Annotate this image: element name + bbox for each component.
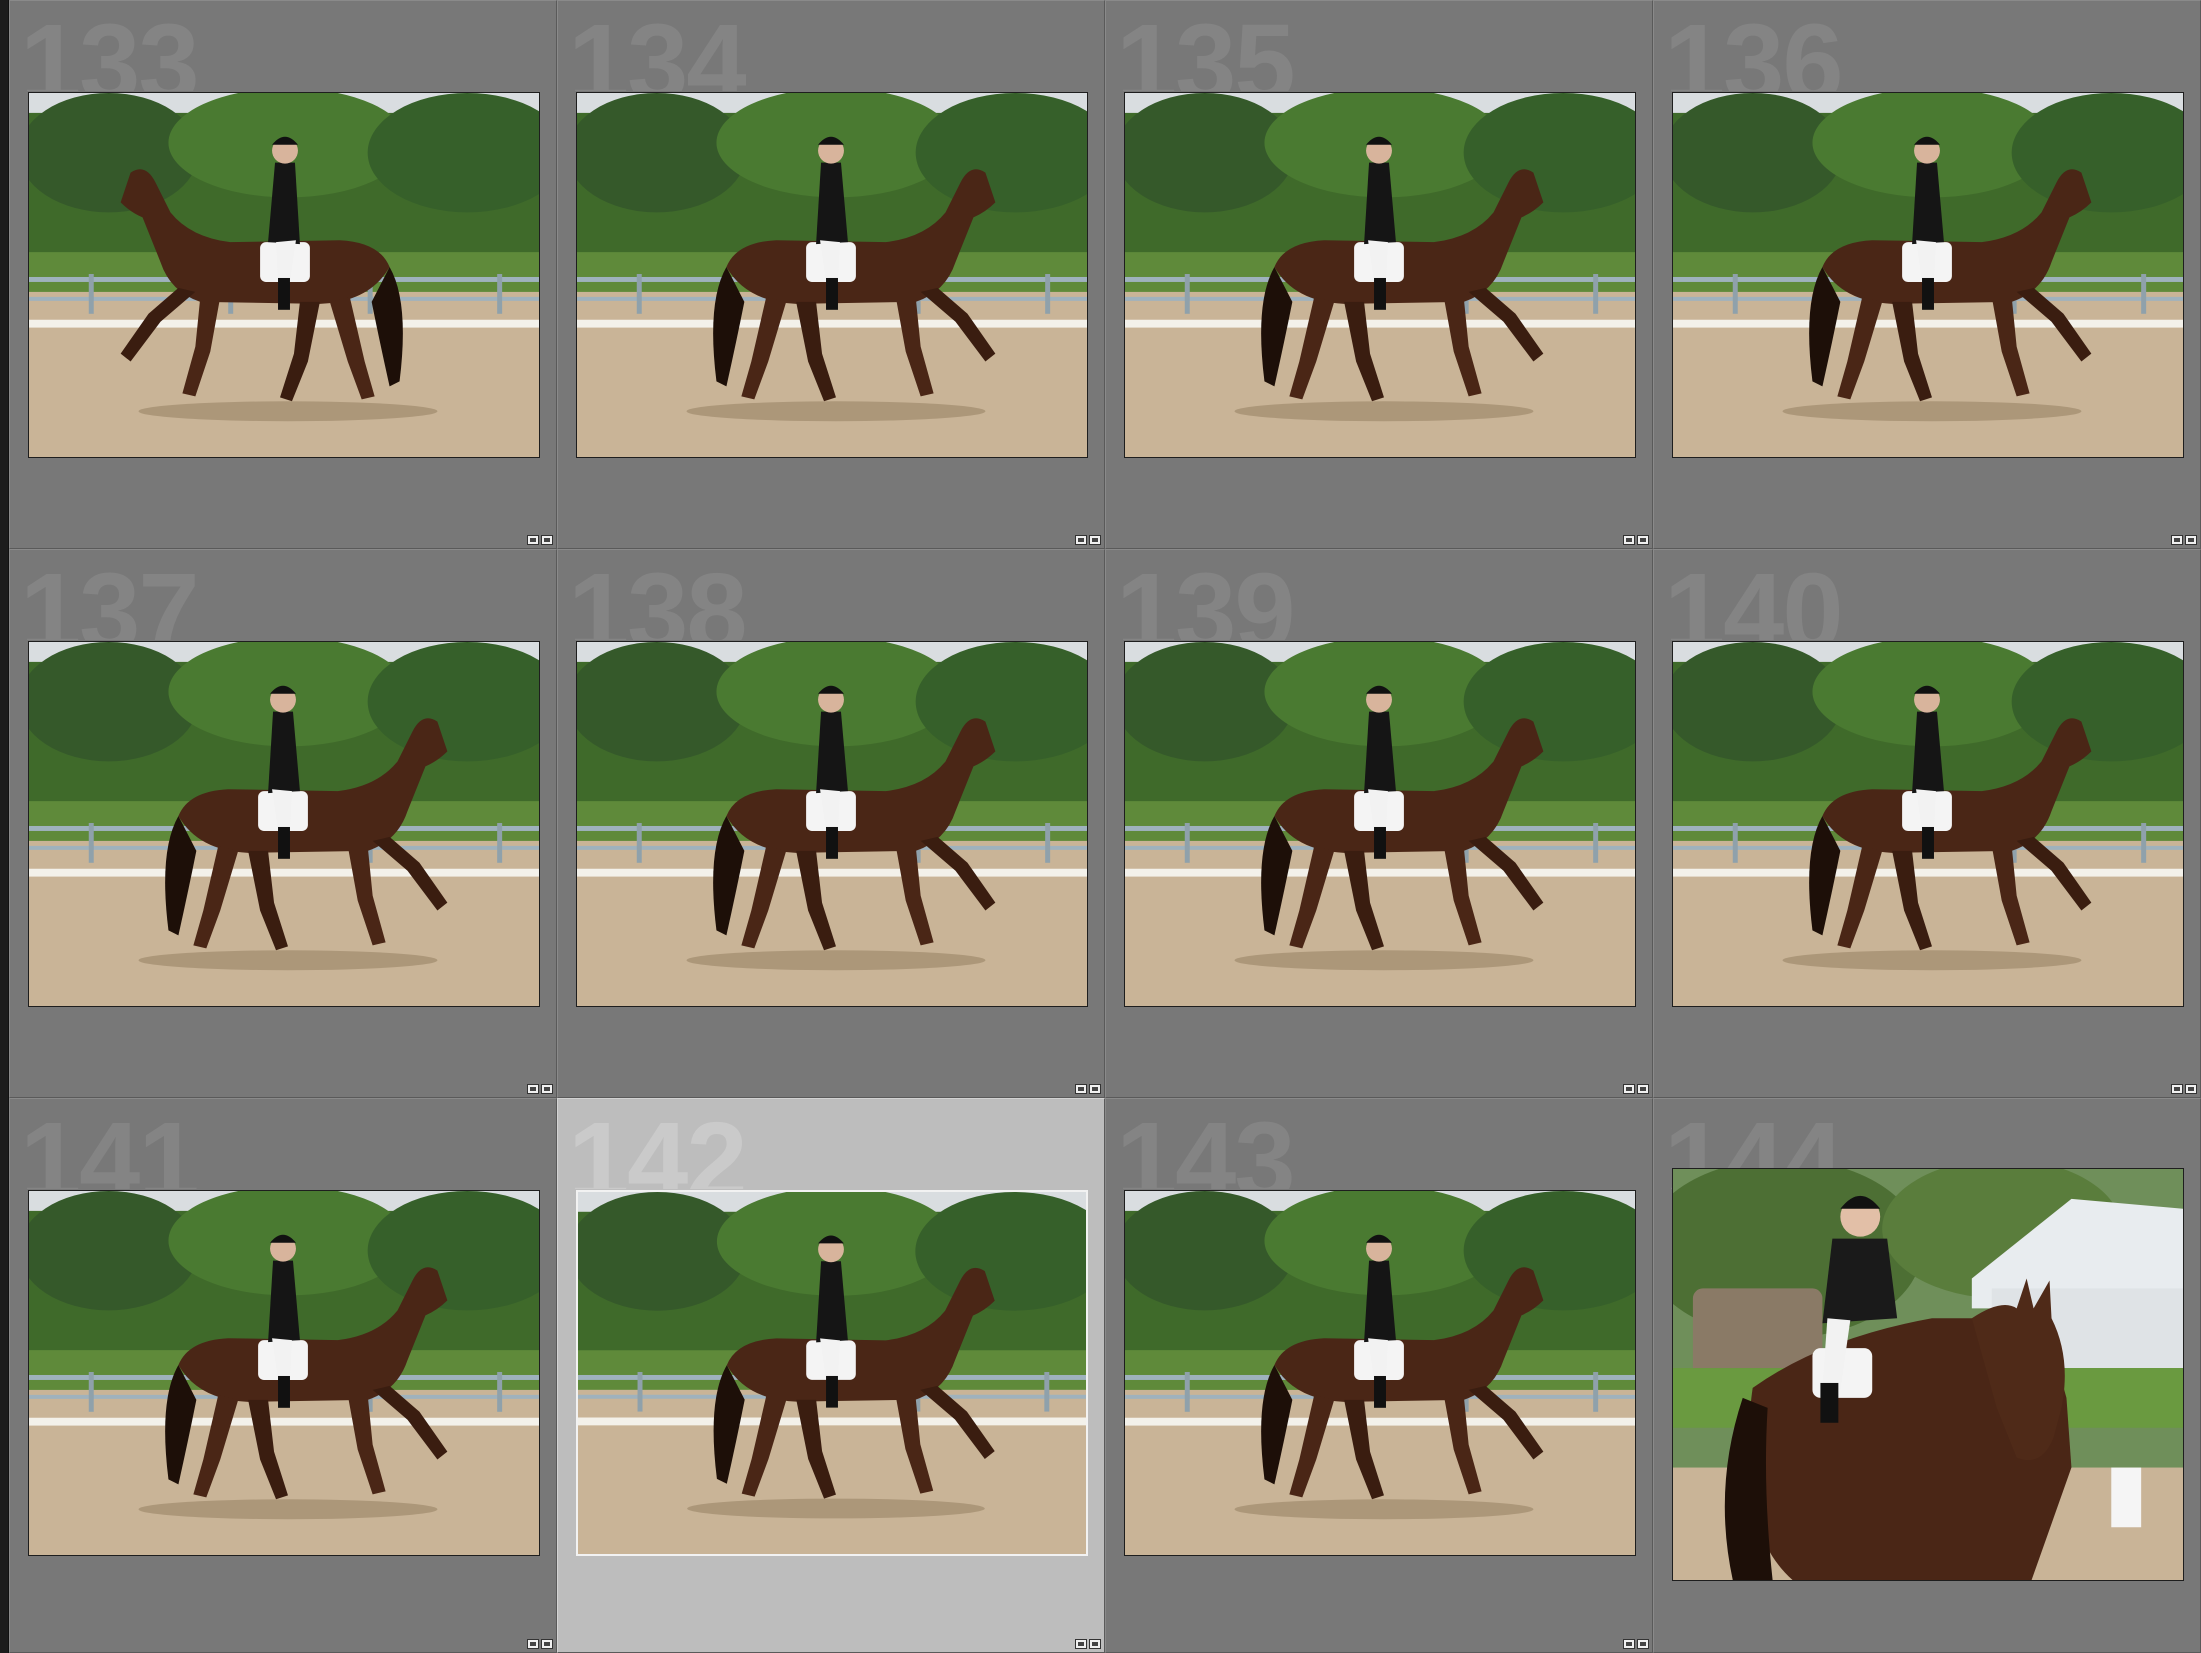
edit-badge-icon[interactable] <box>2171 535 2197 545</box>
cell-index-number: 142 <box>568 1107 746 1189</box>
photo-image <box>577 93 1087 457</box>
cell-index-number: 140 <box>1664 558 1842 640</box>
grid-cell-136[interactable]: 136 <box>1653 0 2201 549</box>
panel-edge <box>0 0 9 1653</box>
edit-badge-icon[interactable] <box>527 1084 553 1094</box>
photo-thumbnail[interactable] <box>576 641 1088 1007</box>
photo-thumbnail[interactable] <box>1124 92 1636 458</box>
photo-thumbnail[interactable] <box>1672 641 2184 1007</box>
edit-badge-icon[interactable] <box>527 1639 553 1649</box>
photo-thumbnail[interactable] <box>576 92 1088 458</box>
edit-badge-icon[interactable] <box>1075 1084 1101 1094</box>
photo-image <box>29 642 539 1006</box>
photo-thumbnail[interactable] <box>1672 1168 2184 1581</box>
photo-image <box>29 93 539 457</box>
photo-image <box>1673 1169 2183 1580</box>
photo-image <box>29 1191 539 1555</box>
photo-thumbnail[interactable] <box>1124 641 1636 1007</box>
grid-view: 133 134 135 136 137 138 139 140 141 142 … <box>0 0 2201 1653</box>
grid-cell-135[interactable]: 135 <box>1105 0 1653 549</box>
edit-badge-icon[interactable] <box>1623 535 1649 545</box>
cell-index-number: 133 <box>20 9 198 91</box>
cell-index-number: 143 <box>1116 1107 1294 1189</box>
grid-cell-137[interactable]: 137 <box>9 549 557 1098</box>
photo-thumbnail[interactable] <box>1124 1190 1636 1556</box>
edit-badge-icon[interactable] <box>1623 1639 1649 1649</box>
photo-image <box>577 642 1087 1006</box>
grid-cell-144[interactable]: 144 <box>1653 1098 2201 1653</box>
photo-image <box>1673 642 2183 1006</box>
photo-image <box>578 1192 1086 1554</box>
grid-cell-139[interactable]: 139 <box>1105 549 1653 1098</box>
edit-badge-icon[interactable] <box>1075 535 1101 545</box>
photo-thumbnail[interactable] <box>576 1190 1088 1556</box>
grid-cell-141[interactable]: 141 <box>9 1098 557 1653</box>
grid-cell-143[interactable]: 143 <box>1105 1098 1653 1653</box>
grid-cell-142-selected[interactable]: 142 <box>557 1098 1105 1653</box>
photo-thumbnail[interactable] <box>28 641 540 1007</box>
photo-image <box>1125 93 1635 457</box>
photo-image <box>1673 93 2183 457</box>
cell-index-number: 141 <box>20 1107 198 1189</box>
cell-index-number: 138 <box>568 558 746 640</box>
grid-cell-134[interactable]: 134 <box>557 0 1105 549</box>
edit-badge-icon[interactable] <box>527 535 553 545</box>
grid-cell-140[interactable]: 140 <box>1653 549 2201 1098</box>
cell-index-number: 136 <box>1664 9 1842 91</box>
edit-badge-icon[interactable] <box>1075 1639 1101 1649</box>
photo-image <box>1125 1191 1635 1555</box>
photo-thumbnail[interactable] <box>28 92 540 458</box>
edit-badge-icon[interactable] <box>1623 1084 1649 1094</box>
photo-thumbnail[interactable] <box>1672 92 2184 458</box>
photo-image <box>1125 642 1635 1006</box>
cell-index-number: 137 <box>20 558 198 640</box>
cell-index-number: 134 <box>568 9 746 91</box>
photo-thumbnail[interactable] <box>28 1190 540 1556</box>
grid-cell-138[interactable]: 138 <box>557 549 1105 1098</box>
cell-index-number: 135 <box>1116 9 1294 91</box>
grid-cell-133[interactable]: 133 <box>9 0 557 549</box>
cell-index-number: 139 <box>1116 558 1294 640</box>
edit-badge-icon[interactable] <box>2171 1084 2197 1094</box>
